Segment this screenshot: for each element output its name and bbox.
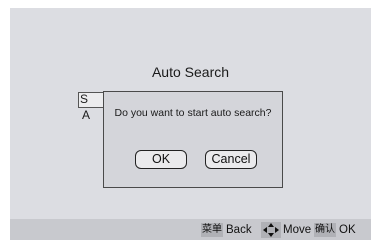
ok-key-label: 确认	[314, 223, 336, 237]
tv-screen: Auto Search S A Do you want to start aut…	[10, 8, 371, 240]
back-key-label: 菜单	[201, 223, 223, 237]
back-hint: Back	[226, 224, 252, 236]
background-item-1: S	[80, 92, 89, 106]
ok-hint: OK	[339, 224, 356, 236]
move-hint: Move	[283, 224, 312, 236]
cancel-button[interactable]: Cancel	[205, 150, 257, 169]
background-item-2: A	[82, 108, 91, 122]
confirm-dialog: Do you want to start auto search? OK Can…	[103, 91, 283, 188]
four-way-arrow-icon	[261, 222, 281, 238]
dialog-message: Do you want to start auto search?	[114, 107, 272, 119]
page-title: Auto Search	[151, 64, 230, 80]
ok-button[interactable]: OK	[135, 150, 187, 169]
